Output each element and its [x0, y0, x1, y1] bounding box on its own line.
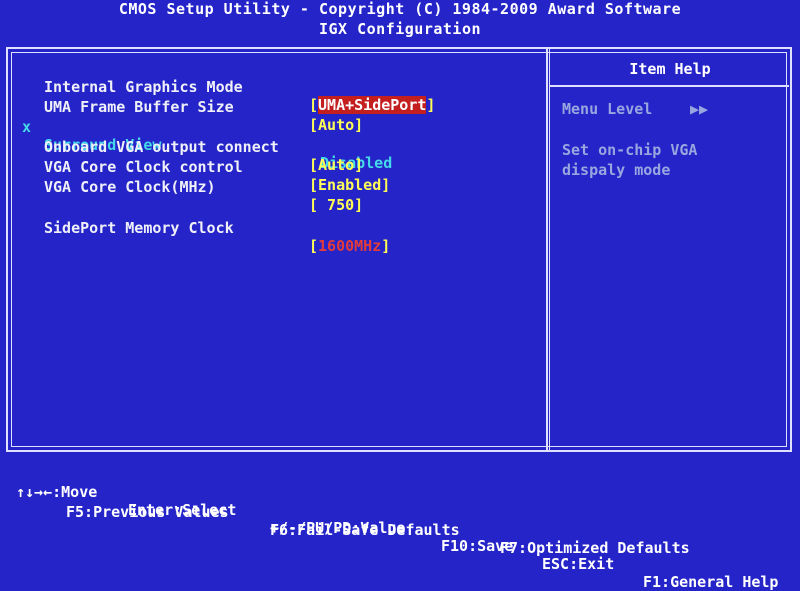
setting-label: Internal Graphics Mode: [44, 78, 243, 96]
help-separator: [549, 85, 789, 87]
setting-value[interactable]: [Enabled]: [309, 176, 390, 194]
setting-value-selected[interactable]: [UMA+SidePort]: [309, 96, 435, 114]
setting-label: SidePort Memory Clock: [44, 219, 234, 237]
setting-uma-frame-buffer-size[interactable]: UMA Frame Buffer Size [Auto]: [0, 80, 363, 134]
footer-previous-values: F5:Previous Values: [66, 503, 229, 521]
setting-value[interactable]: [Auto]: [309, 156, 363, 174]
footer-failsafe: F6:Fail-Safe Defaults: [270, 521, 460, 539]
menu-level-arrows-icon: ▶▶: [690, 100, 709, 118]
setting-label: UMA Frame Buffer Size: [44, 98, 234, 116]
menu-level-label: Menu Level: [562, 100, 653, 118]
setting-label: VGA Core Clock(MHz): [44, 178, 216, 196]
help-description-line1: Set on-chip VGA: [562, 141, 698, 159]
setting-surround-view: x Surround View Disabled: [0, 100, 392, 172]
setting-sideport-memory-clock[interactable]: SidePort Memory Clock [1600MHz]: [0, 201, 390, 255]
setting-label: Onboard VGA output connect: [44, 138, 279, 156]
setting-vga-core-clock-control[interactable]: VGA Core Clock control [Enabled]: [0, 140, 390, 194]
footer-optimized: F7:Optimized Defaults: [500, 539, 690, 557]
disabled-mark: x: [22, 118, 32, 136]
panel-divider: [546, 47, 550, 452]
setting-internal-graphics-mode[interactable]: Internal Graphics Mode [UMA+SidePort]: [0, 60, 435, 114]
item-help-title: Item Help: [629, 60, 711, 78]
setting-vga-core-clock-mhz[interactable]: VGA Core Clock(MHz) [ 750]: [0, 160, 363, 214]
setting-onboard-vga-output[interactable]: Onboard VGA output connect [Auto]: [0, 120, 363, 174]
setting-label: VGA Core Clock control: [44, 158, 243, 176]
footer-exit: ESC:Exit: [542, 555, 615, 573]
footer-row-2: F5:Previous Values F6:Fail-Safe Defaults…: [0, 485, 800, 557]
setting-value[interactable]: [ 750]: [309, 196, 363, 214]
setting-value[interactable]: [Auto]: [309, 116, 363, 134]
footer-general-help: F1:General Help: [643, 573, 779, 591]
window-title: CMOS Setup Utility - Copyright (C) 1984-…: [118, 0, 682, 18]
page-title: IGX Configuration: [318, 20, 482, 38]
setting-value[interactable]: [1600MHz]: [309, 237, 390, 255]
help-description-line2: dispaly mode: [562, 161, 671, 179]
